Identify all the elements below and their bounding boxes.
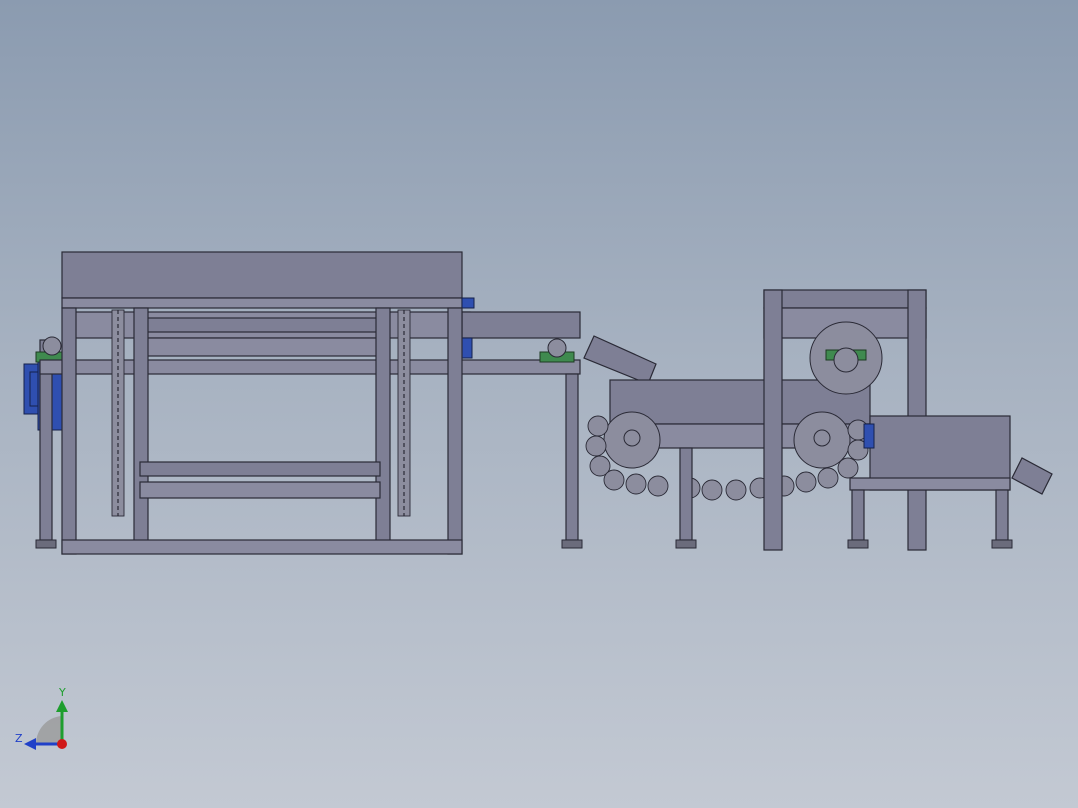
leveling-foot bbox=[675, 539, 697, 549]
output-table bbox=[849, 477, 1011, 491]
output-leg-left bbox=[851, 489, 865, 541]
frame-leg-2 bbox=[133, 307, 149, 543]
z-axis-label: Z bbox=[15, 732, 23, 745]
graphics-viewport[interactable]: .fr { fill: #7e7f95; stroke: #2a2a36; st… bbox=[0, 0, 1078, 808]
discharge-chute bbox=[1011, 457, 1053, 495]
leveling-foot bbox=[35, 539, 57, 549]
frame-leg-3 bbox=[375, 307, 391, 543]
upper-roller bbox=[139, 317, 381, 333]
y-axis-label: Y bbox=[59, 686, 66, 699]
left-chain bbox=[111, 309, 125, 517]
conveyor-leg bbox=[679, 447, 693, 541]
top-frame-beam bbox=[61, 297, 463, 309]
frame-leg-1 bbox=[61, 307, 77, 555]
feed-hopper bbox=[583, 335, 657, 385]
extension-conveyor bbox=[461, 311, 581, 339]
right-sprocket bbox=[793, 411, 851, 469]
frame-leg-4 bbox=[447, 307, 463, 555]
left-sprocket bbox=[603, 411, 661, 469]
output-motor bbox=[863, 423, 875, 449]
leveling-foot bbox=[991, 539, 1013, 549]
top-cover-box bbox=[61, 251, 463, 299]
output-leg-right bbox=[995, 489, 1009, 541]
upper-roller-lower bbox=[139, 337, 381, 357]
right-chain bbox=[397, 309, 411, 517]
portal-top-beam bbox=[763, 289, 927, 309]
small-motor-top bbox=[461, 297, 475, 309]
portal-left-post bbox=[763, 289, 783, 551]
bearing-housing-right bbox=[547, 338, 567, 358]
leveling-foot bbox=[847, 539, 869, 549]
lower-roller bbox=[139, 461, 381, 477]
bearing-housing bbox=[42, 336, 62, 356]
left-conveyor-machine[interactable] bbox=[23, 251, 583, 555]
lower-beam bbox=[139, 481, 381, 499]
frame-leg-5 bbox=[565, 373, 579, 541]
coordinate-triad-icon bbox=[24, 700, 68, 750]
leveling-foot bbox=[561, 539, 583, 549]
press-bearing-housing bbox=[833, 347, 859, 373]
bottom-frame-beam bbox=[61, 539, 463, 555]
